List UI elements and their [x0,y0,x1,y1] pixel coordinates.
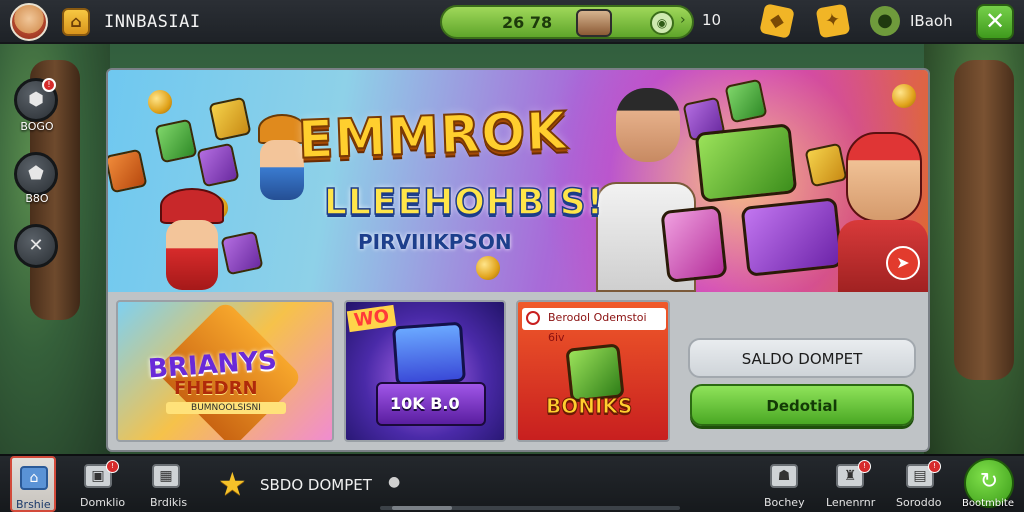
promo-card-2[interactable]: WO 10K B.0 [344,300,506,442]
home-icon: ⌂ [20,466,48,490]
toggle-icon[interactable]: ● [388,474,400,490]
nav-label: Bochey [764,496,805,509]
nav-label: Lenenrnr [826,496,876,509]
nav-item-5[interactable]: ♜ ! Lenenrnr [826,456,876,512]
coin-count: 10 [702,11,722,29]
gem-tile [220,230,264,276]
close-icon: ✕ [28,235,44,256]
character-hat [160,188,224,224]
close-icon[interactable]: ✕ [976,4,1014,40]
notification-dot: ! [106,460,119,473]
card-2-tag: WO [346,304,397,333]
card-3-header: Berodol Odemstoi 6iv [522,308,666,344]
coin-icon [148,90,172,114]
banner-subtitle-2: PIRVIIIKPSON [358,230,512,254]
nav-item-2[interactable]: ▣ ! Domklio [78,456,125,512]
badge-icon: ⬟ [28,163,44,184]
banner-title: EMMROK [296,100,569,171]
nav-label: Soroddo [896,496,942,509]
coin-icon [476,256,500,280]
gem-tile [208,96,252,142]
gem-tile-large [694,123,798,203]
banner-arrow-icon[interactable]: ➤ [886,246,920,280]
character-hero-head [616,88,680,162]
chevron-right-icon[interactable]: › [680,12,686,28]
gem-tile-large [660,205,728,283]
top-right-label: IBaoh [910,12,953,30]
promo-card-1[interactable]: BRIANYS FHEDRN BUMNOOLSISNI [116,300,334,442]
gem-tile [108,148,148,194]
character-portrait-icon [576,9,612,37]
notification-dot: ! [42,78,56,92]
wallet-balance-box: SALDO DOMPET [688,338,916,378]
main-panel: EMMROK LLEEHOHBIS! PIRVIIIKPSON ➤ BRIANY… [108,70,928,450]
bottom-nav-bar: ⌂ Brshie ▣ ! Domklio ▦ Brdikis ★ SBDO DO… [0,454,1024,512]
background-trunk-right [954,60,1014,380]
banner-subtitle: LLEEHOHBIS! [323,181,605,224]
side-button-1-label: BOGO [20,120,54,133]
map-icon: ▦ [152,464,180,488]
star-icon[interactable]: ★ [218,468,247,500]
home-icon[interactable]: ⌂ [62,8,90,36]
currency-bar[interactable]: 26 78 10 ◉ › [440,5,694,39]
app-title: INNBASIAI [104,12,201,32]
player-avatar[interactable] [10,3,48,41]
character-firefighter-head [846,132,922,222]
deposit-button[interactable]: Dedotial [690,384,914,426]
notification-dot: ! [858,460,871,473]
coin-icon: ◉ [650,11,674,35]
card-1-caption: BUMNOOLSISNI [166,402,286,414]
notification-dot: ! [928,460,941,473]
nav-label: Domklio [80,496,126,509]
scroll-thumb[interactable] [392,506,452,510]
nav-label: Brdikis [150,496,188,509]
puzzle-icon[interactable]: ◆ [759,3,795,39]
promo-banner[interactable]: EMMROK LLEEHOHBIS! PIRVIIIKPSON ➤ [108,70,928,292]
character-boy [166,220,218,290]
gem-box-icon [391,321,467,387]
play-button-label: Bootmbite [962,498,1014,509]
card-2-value: 10K B.0 [390,394,460,413]
shield-icon: ⬢ [28,89,44,110]
bag-icon[interactable]: ● [870,6,900,36]
deposit-button-label: Dedotial [766,397,838,415]
target-icon [526,311,540,325]
gem-tile-large [740,197,844,277]
nav-item-6[interactable]: ▤ ! Soroddo [896,456,944,512]
side-close-button[interactable]: ✕ [14,224,58,268]
ghost-icon: ☗ [770,464,798,488]
nav-item-3[interactable]: ▦ Brdikis [146,456,188,512]
wallet-balance-label: SALDO DOMPET [741,350,863,368]
gem-tile [196,142,240,188]
bottom-wallet-label: SBDO DOMPET [260,476,372,494]
side-button-2[interactable]: ⬟ [14,152,58,196]
card-3-header-text: Berodol Odemstoi 6iv [548,311,647,344]
nav-item-4[interactable]: ☗ Bochey [762,456,806,512]
card-3-title: BONIKS [545,394,633,419]
card-1-subtitle: FHEDRN [174,378,258,399]
arrow-icon: ↻ [979,469,999,494]
gem-tile [804,142,848,188]
currency-value: 26 78 [502,13,553,32]
nav-label: Brshie [16,498,51,511]
side-button-2-label: B8O [25,192,49,205]
gem-tile [724,78,768,124]
nav-item-home[interactable]: ⌂ Brshie [10,456,56,512]
top-bar: ⌂ INNBASIAI 26 78 10 ◉ › 10 ◆ ✦ ● IBaoh … [0,0,1024,44]
gem-tile [154,118,198,164]
promo-card-3[interactable]: Berodol Odemstoi 6iv BONIKS [516,300,670,442]
coin-icon [892,84,916,108]
star-badge-icon[interactable]: ✦ [815,3,851,39]
